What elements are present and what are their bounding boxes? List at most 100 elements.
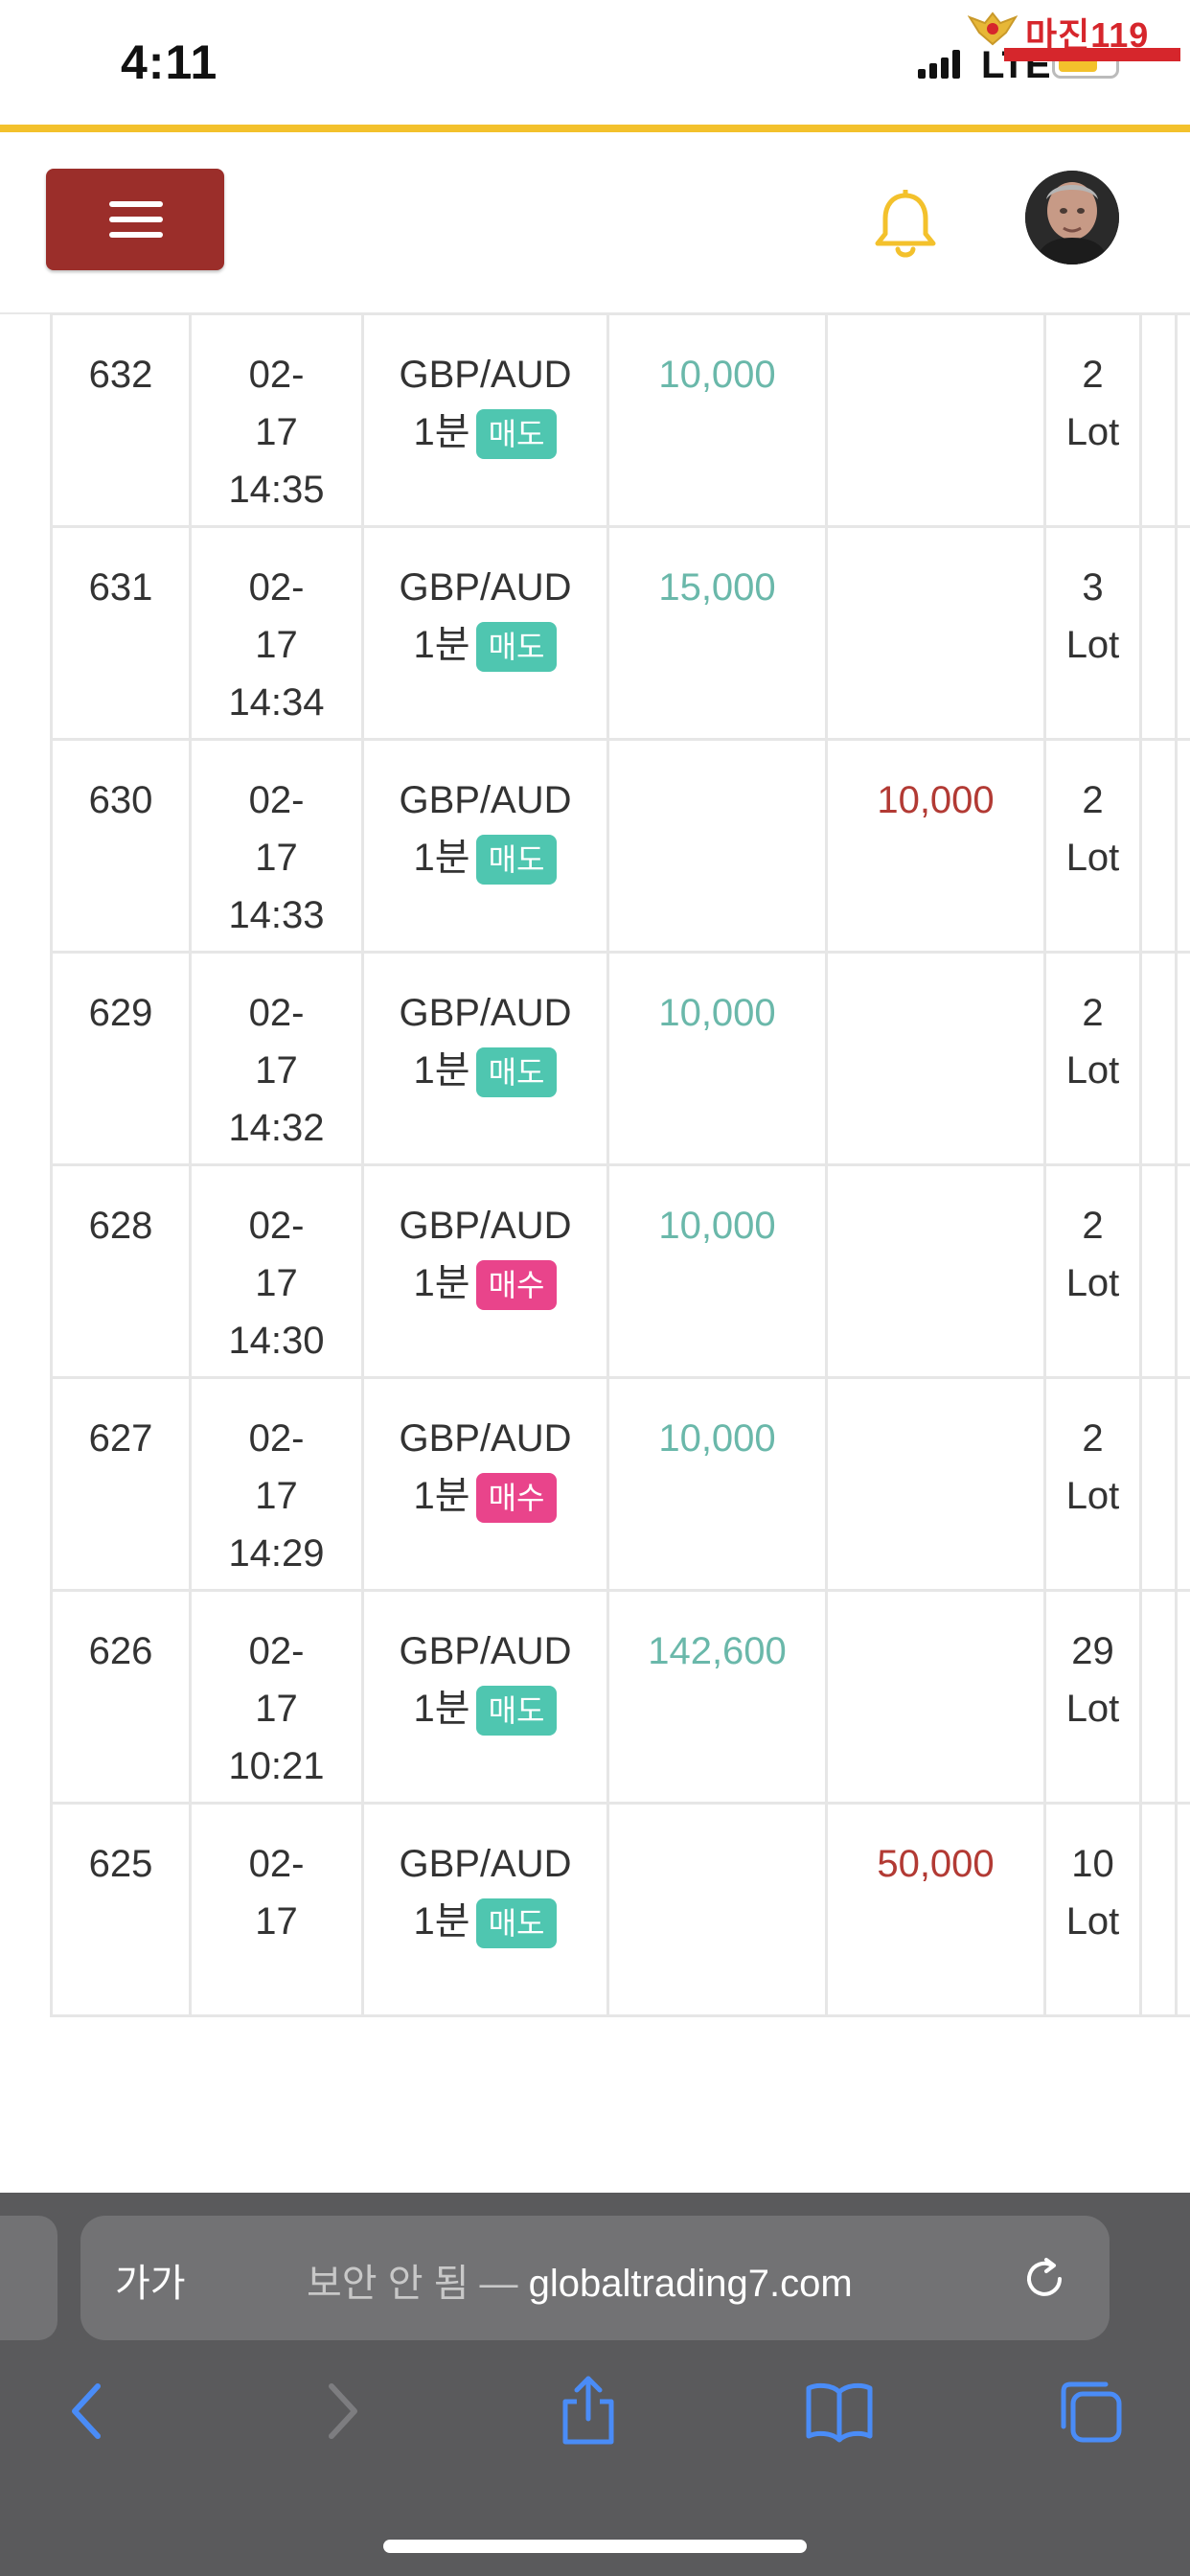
table-row[interactable]: 632 02- 17 14:35 GBP/AUD 1분 매도 10,000 2 Lot (50, 312, 1190, 528)
trade-id: 625 (88, 1843, 153, 1885)
back-icon[interactable] (52, 2375, 125, 2448)
cell-extra (1175, 738, 1190, 954)
share-icon[interactable] (552, 2375, 625, 2448)
bookmarks-icon[interactable] (803, 2375, 876, 2448)
trade-date: 02- (248, 1205, 305, 1247)
trade-unit: Lot (1065, 1262, 1120, 1304)
previous-tab-peek[interactable] (0, 2216, 57, 2340)
trade-period: 1분 (413, 1688, 470, 1730)
menu-button[interactable] (46, 169, 224, 270)
trade-side-badge: 매도 (475, 409, 558, 460)
cell-quantity: 2 Lot (1043, 1163, 1142, 1379)
cell-id: 628 (50, 1163, 192, 1379)
cell-loss (825, 525, 1046, 741)
trade-period: 1분 (413, 411, 470, 453)
cell-datetime: 02- 17 14:33 (189, 738, 364, 954)
trade-symbol: GBP/AUD (399, 779, 572, 821)
cell-extra (1139, 1589, 1178, 1805)
trade-id: 632 (88, 354, 153, 396)
cell-datetime: 02- 17 14:30 (189, 1163, 364, 1379)
app-header (0, 132, 1190, 314)
cell-symbol: GBP/AUD 1분 매도 (361, 312, 609, 528)
cell-extra (1139, 312, 1178, 528)
table-row[interactable]: 627 02- 17 14:29 GBP/AUD 1분 매수 10,000 2 Lot (50, 1376, 1190, 1592)
status-time: 4:11 (121, 35, 218, 89)
trade-qty: 2 (1082, 354, 1104, 396)
cell-extra (1139, 738, 1178, 954)
cell-id: 629 (50, 951, 192, 1166)
cell-datetime: 02- 17 14:34 (189, 525, 364, 741)
trade-loss: 50,000 (877, 1843, 995, 1885)
trade-id: 630 (88, 779, 153, 821)
forward-icon[interactable] (305, 2375, 378, 2448)
tabs-icon[interactable] (1054, 2375, 1127, 2448)
table-row[interactable]: 631 02- 17 14:34 GBP/AUD 1분 매도 15,000 3 Lot (50, 525, 1190, 741)
trade-unit: Lot (1065, 837, 1120, 879)
trade-date: 02- (248, 1417, 305, 1460)
user-avatar[interactable] (1025, 171, 1119, 264)
table-row[interactable]: 628 02- 17 14:30 GBP/AUD 1분 매수 10,000 2 Lot (50, 1163, 1190, 1379)
trade-id: 627 (88, 1417, 153, 1460)
trade-period: 1분 (413, 1262, 470, 1304)
cell-id: 625 (50, 1802, 192, 2017)
table-row[interactable]: 630 02- 17 14:33 GBP/AUD 1분 매도 10,000 2 Lot (50, 738, 1190, 954)
cell-loss (825, 1376, 1046, 1592)
trade-period: 1분 (413, 1475, 470, 1517)
reload-icon[interactable] (1018, 2252, 1071, 2306)
cell-extra (1175, 312, 1190, 528)
trade-day: 17 (255, 1049, 298, 1092)
watermark-logo: 마진119 (958, 6, 1180, 61)
domain-text: globaltrading7.com (528, 2263, 853, 2305)
cell-extra (1139, 525, 1178, 741)
avatar-photo (1025, 171, 1119, 264)
address-bar[interactable]: 가가 보안 안 됨 — globaltrading7.com (80, 2216, 1110, 2340)
cell-id: 630 (50, 738, 192, 954)
trade-profit: 10,000 (658, 354, 776, 396)
cell-id: 627 (50, 1376, 192, 1592)
cell-quantity: 2 Lot (1043, 951, 1142, 1166)
trade-date: 02- (248, 1630, 305, 1672)
trade-day: 17 (255, 1475, 298, 1517)
trade-symbol: GBP/AUD (399, 1630, 572, 1672)
trade-symbol: GBP/AUD (399, 1843, 572, 1885)
trade-period: 1분 (413, 624, 470, 666)
trade-unit: Lot (1065, 624, 1120, 666)
table-row[interactable]: 629 02- 17 14:32 GBP/AUD 1분 매도 10,000 2 Lot (50, 951, 1190, 1166)
cell-extra (1175, 1589, 1190, 1805)
cell-extra (1139, 1802, 1178, 2017)
trade-time: 14:30 (228, 1320, 325, 1362)
trade-qty: 2 (1082, 992, 1104, 1034)
cell-id: 631 (50, 525, 192, 741)
trade-symbol: GBP/AUD (399, 354, 572, 396)
trade-id: 629 (88, 992, 153, 1034)
trade-qty: 29 (1071, 1630, 1114, 1672)
trade-time: 14:33 (228, 894, 325, 936)
cell-profit (606, 738, 828, 954)
trade-date: 02- (248, 354, 305, 396)
cell-profit: 142,600 (606, 1589, 828, 1805)
cell-datetime: 02- 17 14:32 (189, 951, 364, 1166)
trade-side-badge: 매도 (475, 1898, 558, 1949)
trade-date: 02- (248, 992, 305, 1034)
trade-day: 17 (255, 624, 298, 666)
reader-settings-button[interactable]: 가가 (115, 2252, 186, 2308)
cell-extra (1175, 1376, 1190, 1592)
cell-profit: 10,000 (606, 951, 828, 1166)
trade-symbol: GBP/AUD (399, 1417, 572, 1460)
cell-quantity: 29 Lot (1043, 1589, 1142, 1805)
cell-id: 632 (50, 312, 192, 528)
watermark-ribbon (1004, 48, 1180, 61)
trade-profit: 142,600 (648, 1630, 787, 1672)
cell-loss: 10,000 (825, 738, 1046, 954)
cell-datetime: 02- 17 10:21 (189, 1589, 364, 1805)
trade-side-badge: 매도 (475, 1686, 558, 1736)
cell-symbol: GBP/AUD 1분 매도 (361, 525, 609, 741)
address-separator: — (469, 2263, 529, 2305)
table-row[interactable]: 625 02- 17 GBP/AUD 1분 매도 50,000 10 Lot (50, 1802, 1190, 2017)
bell-icon[interactable] (872, 190, 939, 263)
cell-datetime: 02- 17 14:29 (189, 1376, 364, 1592)
trade-id: 628 (88, 1205, 153, 1247)
trade-unit: Lot (1065, 1049, 1120, 1092)
cell-loss: 50,000 (825, 1802, 1046, 2017)
table-row[interactable]: 626 02- 17 10:21 GBP/AUD 1분 매도 142,600 29 Lot (50, 1589, 1190, 1805)
